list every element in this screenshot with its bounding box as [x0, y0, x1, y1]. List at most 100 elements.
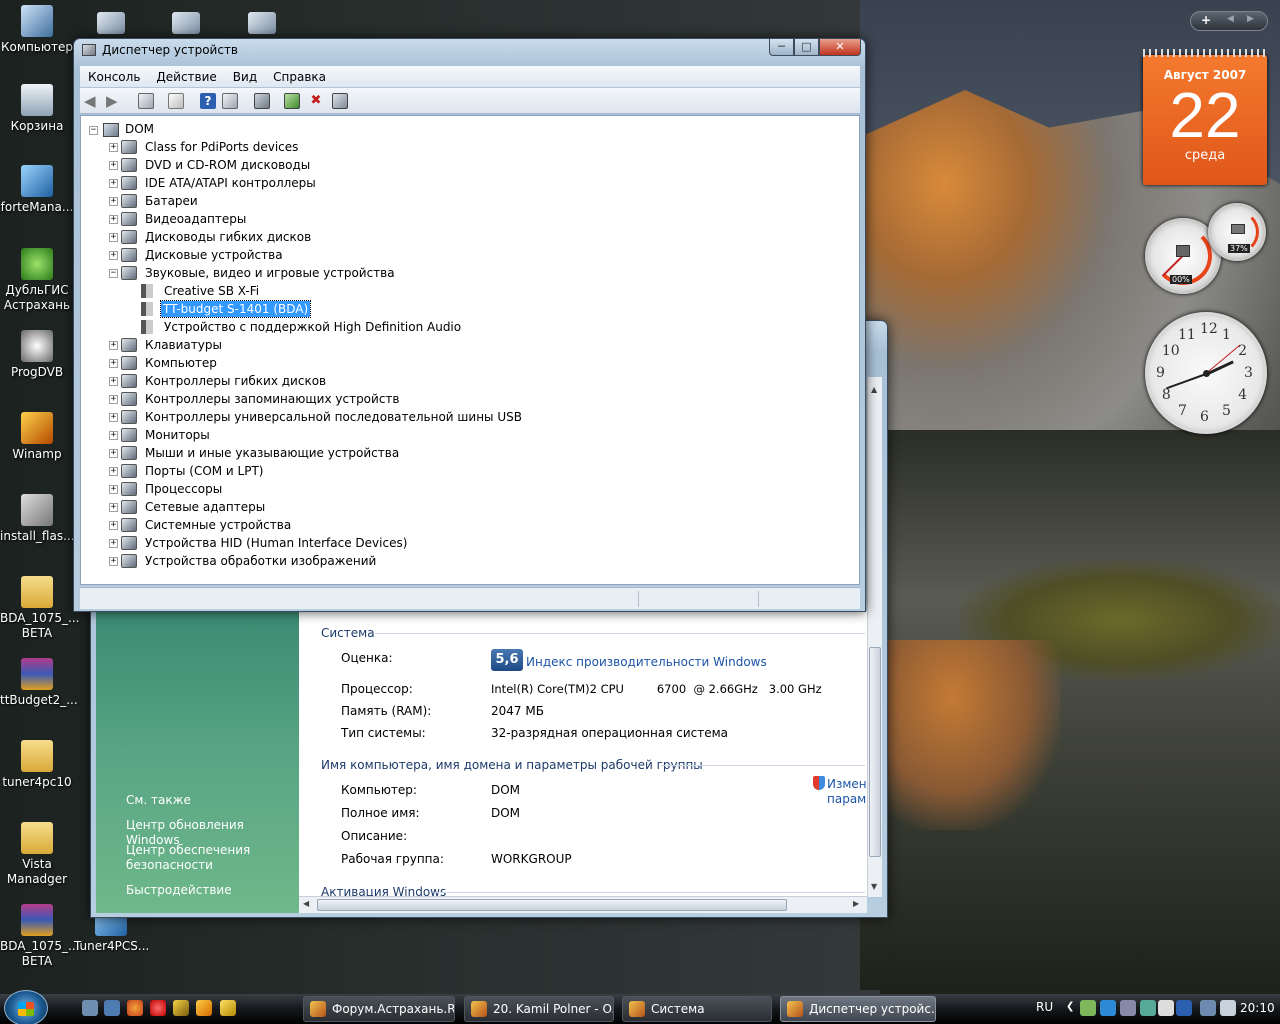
- link-performance[interactable]: Быстродействие: [126, 883, 232, 898]
- scan-hardware-icon[interactable]: [254, 93, 270, 109]
- tree-node[interactable]: IDE ATA/ATAPI контроллеры: [145, 174, 316, 192]
- menu-action[interactable]: Действие: [148, 66, 224, 84]
- tree-node[interactable]: Видеоадаптеры: [145, 210, 246, 228]
- back-icon[interactable]: ◀: [84, 93, 100, 109]
- expand-node-icon[interactable]: +: [109, 377, 118, 386]
- tray-expand-icon[interactable]: ❮: [1066, 1001, 1074, 1012]
- expand-node-icon[interactable]: +: [109, 521, 118, 530]
- scrollbar-thumb[interactable]: [317, 899, 787, 911]
- tray-keyboard-icon[interactable]: [1176, 1000, 1192, 1016]
- app-icon[interactable]: [220, 1000, 236, 1016]
- scroll-down-icon[interactable]: ▼: [871, 882, 877, 891]
- media-player-icon[interactable]: [196, 1000, 212, 1016]
- tree-node[interactable]: Компьютер: [145, 354, 217, 372]
- desktop-icon[interactable]: Корзина: [0, 84, 74, 134]
- desktop-icon[interactable]: BDA_1075_... BETA: [0, 576, 79, 641]
- tree-node[interactable]: Звуковые, видео и игровые устройства: [145, 264, 395, 282]
- desktop-shortcut-icon[interactable]: [172, 12, 200, 34]
- tree-node[interactable]: Контроллеры гибких дисков: [145, 372, 326, 390]
- scroll-up-icon[interactable]: ▲: [871, 385, 877, 394]
- rating-badge[interactable]: 5,6: [491, 649, 523, 671]
- tree-node[interactable]: Class for PdiPorts devices: [145, 138, 298, 156]
- clock-gadget[interactable]: 12 1 2 3 4 5 6 7 8 9 10 11: [1145, 312, 1267, 434]
- device-manager-window[interactable]: Диспетчер устройств ─ □ ✕ Консоль Действи…: [73, 38, 866, 612]
- expand-node-icon[interactable]: +: [109, 161, 118, 170]
- desktop-icon[interactable]: ДубльГИС Астрахань: [0, 248, 74, 313]
- expand-node-icon[interactable]: +: [109, 413, 118, 422]
- expand-node-icon[interactable]: +: [109, 395, 118, 404]
- tree-node[interactable]: Процессоры: [145, 480, 222, 498]
- maximize-button[interactable]: □: [794, 39, 819, 56]
- winamp-icon[interactable]: [173, 1000, 189, 1016]
- expand-node-icon[interactable]: +: [109, 215, 118, 224]
- tray-volume-icon[interactable]: [1220, 1000, 1236, 1016]
- tree-node[interactable]: Системные устройства: [145, 516, 291, 534]
- expand-node-icon[interactable]: +: [109, 143, 118, 152]
- show-desktop-icon[interactable]: [82, 1000, 98, 1016]
- sidebar-add-button[interactable]: +: [1201, 13, 1211, 27]
- tree-node[interactable]: Устройства обработки изображений: [145, 552, 376, 570]
- tree-node[interactable]: Контроллеры запоминающих устройств: [145, 390, 399, 408]
- desktop-icon[interactable]: Winamp: [0, 412, 74, 462]
- firefox-icon[interactable]: [127, 1000, 143, 1016]
- update-driver-icon[interactable]: [284, 93, 300, 109]
- clock-time[interactable]: 20:10: [1240, 1001, 1275, 1015]
- expand-node-icon[interactable]: +: [109, 503, 118, 512]
- tree-child-node[interactable]: Creative SB X-Fi: [164, 282, 259, 300]
- tree-node[interactable]: DVD и CD-ROM дисководы: [145, 156, 310, 174]
- console-tree-icon[interactable]: [138, 93, 154, 109]
- tree-node[interactable]: Дисковые устройства: [145, 246, 283, 264]
- scrollbar-thumb[interactable]: [869, 647, 881, 857]
- expand-node-icon[interactable]: +: [109, 557, 118, 566]
- switch-windows-icon[interactable]: [104, 1000, 120, 1016]
- taskbar-button[interactable]: Система: [622, 996, 772, 1022]
- close-button[interactable]: ✕: [819, 39, 861, 56]
- calendar-gadget[interactable]: Август 2007 22 среда: [1143, 49, 1267, 185]
- expand-node-icon[interactable]: +: [109, 539, 118, 548]
- change-settings-link-2[interactable]: парам: [827, 792, 866, 806]
- start-button[interactable]: [4, 990, 48, 1024]
- desktop-shortcut-icon[interactable]: [97, 12, 125, 34]
- tree-node[interactable]: Дисководы гибких дисков: [145, 228, 311, 246]
- sidebar-next-button[interactable]: ▶: [1247, 14, 1254, 24]
- lang-indicator[interactable]: RU: [1036, 1000, 1053, 1014]
- tree-root[interactable]: DOM: [125, 120, 154, 138]
- expand-node-icon[interactable]: +: [109, 251, 118, 260]
- collapse-root-icon[interactable]: −: [89, 126, 98, 135]
- tray-app-icon[interactable]: [1120, 1000, 1136, 1016]
- tree-child-node[interactable]: TT-budget S-1401 (BDA): [159, 300, 312, 318]
- desktop-icon[interactable]: ttBudget2_...: [0, 658, 78, 708]
- horizontal-scrollbar[interactable]: ◀ ▶: [299, 896, 867, 913]
- collapse-node-icon[interactable]: −: [109, 269, 118, 278]
- desktop-icon[interactable]: ProgDVB: [0, 330, 74, 380]
- minimize-button[interactable]: ─: [769, 39, 794, 56]
- tree-node[interactable]: Сетевые адаптеры: [145, 498, 265, 516]
- tree-node[interactable]: Клавиатуры: [145, 336, 222, 354]
- opera-icon[interactable]: [150, 1000, 166, 1016]
- expand-node-icon[interactable]: +: [109, 449, 118, 458]
- tree-node[interactable]: Батареи: [145, 192, 198, 210]
- action-pane-icon[interactable]: [222, 93, 238, 109]
- menu-console[interactable]: Консоль: [80, 66, 148, 84]
- expand-node-icon[interactable]: +: [109, 179, 118, 188]
- forward-icon[interactable]: ▶: [106, 93, 122, 109]
- desktop-icon[interactable]: tuner4pc10: [0, 740, 74, 790]
- tree-child-node[interactable]: Устройство с поддержкой High Definition …: [164, 318, 461, 336]
- change-settings-link[interactable]: Измен: [827, 777, 867, 791]
- tree-node[interactable]: Устройства HID (Human Interface Devices): [145, 534, 407, 552]
- tree-node[interactable]: Контроллеры универсальной последовательн…: [145, 408, 522, 426]
- taskbar-button[interactable]: 20. Kamil Polner - O...: [464, 996, 614, 1022]
- sidebar-prev-button[interactable]: ◀: [1227, 14, 1234, 24]
- expand-node-icon[interactable]: +: [109, 341, 118, 350]
- link-security-center[interactable]: Центр обеспечения безопасности: [126, 843, 256, 873]
- vertical-scrollbar[interactable]: ▲ ▼: [867, 377, 882, 897]
- tree-node[interactable]: Порты (COM и LPT): [145, 462, 263, 480]
- tree-node[interactable]: Мониторы: [145, 426, 210, 444]
- tree-node[interactable]: Мыши и иные указывающие устройства: [145, 444, 399, 462]
- menu-view[interactable]: Вид: [225, 66, 265, 84]
- tray-network-icon[interactable]: [1080, 1000, 1096, 1016]
- expand-node-icon[interactable]: +: [109, 431, 118, 440]
- expand-node-icon[interactable]: +: [109, 359, 118, 368]
- desktop-icon[interactable]: Компьютер: [0, 5, 74, 55]
- scroll-left-icon[interactable]: ◀: [303, 899, 309, 908]
